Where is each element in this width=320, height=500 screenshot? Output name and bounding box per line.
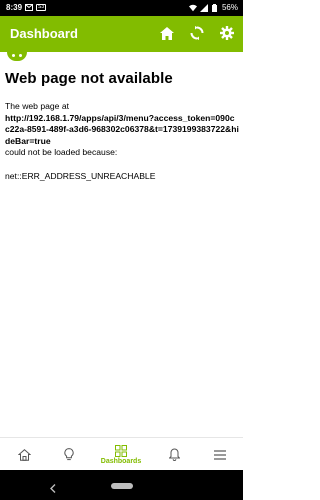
nav-devices[interactable] (45, 438, 93, 471)
cell-signal-icon (199, 3, 208, 12)
app-bar: Dashboard (0, 16, 243, 52)
nav-dashboards-label: Dashboards (100, 457, 142, 465)
bottom-nav: Dashboards (0, 437, 243, 471)
system-nav-bar (0, 470, 243, 500)
nav-dashboards[interactable]: Dashboards (97, 438, 145, 471)
refresh-icon[interactable] (189, 25, 205, 41)
nav-menu[interactable] (196, 438, 244, 471)
error-message: The web page at http://192.168.1.79/apps… (5, 101, 239, 159)
home-icon[interactable] (159, 25, 175, 41)
status-time: 8:39 (6, 3, 23, 12)
gmail-icon (25, 4, 34, 12)
nav-notifications[interactable] (150, 438, 198, 471)
error-suffix: could not be loaded because: (5, 147, 118, 157)
status-bar: 8:39 S3 56% (0, 0, 243, 16)
back-chevron-icon[interactable] (50, 480, 56, 498)
error-title: Web page not available (5, 70, 173, 87)
android-robot-icon (7, 52, 27, 61)
battery-percent: 56% (221, 3, 238, 12)
error-page: Web page not available The web page at h… (5, 64, 239, 181)
home-gesture-pill[interactable] (111, 483, 133, 489)
wifi-icon (188, 4, 197, 12)
error-code: net::ERR_ADDRESS_UNREACHABLE (5, 170, 156, 181)
app-title: Dashboard (10, 26, 78, 41)
status-badge: S3 (36, 4, 47, 11)
dashboards-grid-icon (115, 444, 127, 457)
bell-icon (168, 448, 180, 461)
battery-icon (211, 3, 219, 12)
nav-home[interactable] (0, 438, 48, 471)
error-intro: The web page at (5, 101, 70, 111)
settings-gear-icon[interactable] (219, 25, 235, 41)
menu-hamburger-icon (214, 449, 226, 460)
error-url: http://192.168.1.79/apps/api/3/menu?acce… (5, 112, 239, 146)
home-outline-icon (17, 448, 31, 461)
lightbulb-icon (64, 448, 74, 461)
